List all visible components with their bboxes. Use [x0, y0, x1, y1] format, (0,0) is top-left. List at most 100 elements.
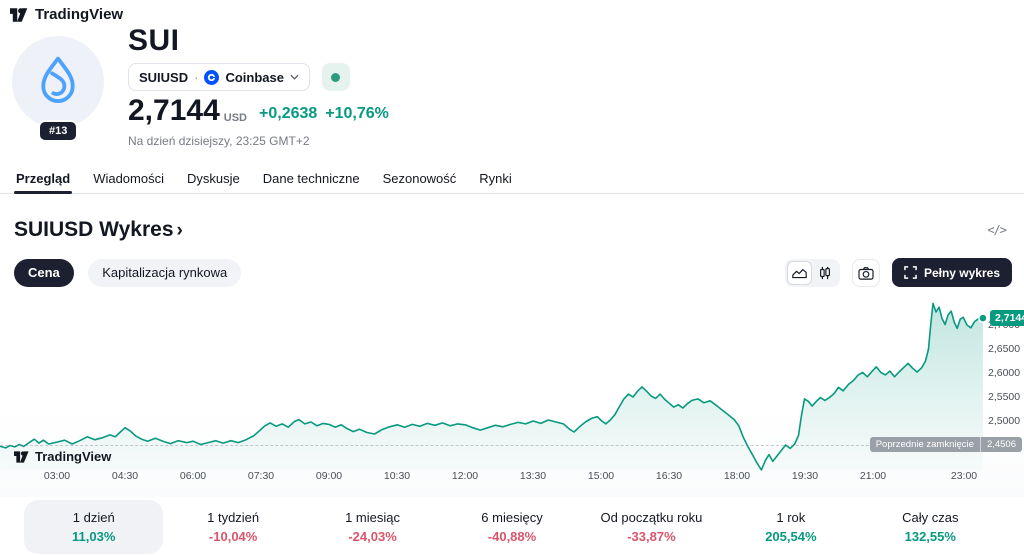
period-1-miesiac[interactable]: 1 miesiąc -24,03%	[303, 500, 442, 554]
previous-close-value: 2,4506	[980, 437, 1022, 452]
brand-name: TradingView	[35, 6, 123, 23]
fullscreen-icon	[904, 266, 917, 279]
period-1-dzien[interactable]: 1 dzień 11,03%	[24, 500, 163, 554]
tab-sezonowosc[interactable]: Sezonowość	[381, 171, 459, 193]
separator: ·	[194, 70, 198, 85]
section-title: SUIUSD Wykres	[14, 218, 174, 242]
as-of-text: Na dzień dzisiejszy, 23:25 GMT+2	[128, 134, 310, 148]
period-change-value: -24,03%	[348, 529, 396, 544]
coinbase-logo-icon	[204, 70, 219, 85]
x-axis-tick: 03:00	[33, 470, 81, 482]
series-toggle-group: Cena Kapitalizacja rynkowa	[14, 259, 241, 287]
period-label: Cały czas	[902, 510, 958, 525]
x-axis-tick: 16:30	[645, 470, 693, 482]
chart-heading-link[interactable]: SUIUSD Wykres ›	[14, 218, 183, 242]
area-chart-icon	[792, 267, 807, 279]
period-label: 6 miesięcy	[481, 510, 542, 525]
period-change-value: -40,88%	[488, 529, 536, 544]
code-embed-icon[interactable]: </>	[981, 222, 1012, 238]
area-chart-style-button[interactable]	[787, 261, 812, 285]
fullscreen-label: Pełny wykres	[924, 266, 1000, 280]
pair-label: SUIUSD	[139, 70, 188, 85]
x-axis-tick: 19:30	[781, 470, 829, 482]
tab-rynki[interactable]: Rynki	[477, 171, 514, 193]
symbol-switcher[interactable]: SUIUSD · Coinbase	[128, 63, 310, 91]
exchange-label: Coinbase	[225, 70, 284, 85]
watermark-brand-name: TradingView	[35, 449, 111, 464]
x-axis-tick: 21:00	[849, 470, 897, 482]
price-row: 2,7144 USD +0,2638 +10,76%	[128, 96, 389, 126]
tab-dane-techniczne[interactable]: Dane techniczne	[261, 171, 362, 193]
candlesticks-icon	[818, 266, 832, 280]
last-price: 2,7144	[128, 96, 220, 126]
chart-watermark[interactable]: TradingView	[14, 449, 111, 464]
tradingview-logo[interactable]: TradingView	[10, 6, 123, 23]
period-change-value: -10,04%	[209, 529, 257, 544]
period-label: 1 tydzień	[207, 510, 259, 525]
y-axis-tick: 2,5500	[988, 391, 1024, 403]
chart-tools: Pełny wykres	[785, 258, 1012, 287]
top-bar: TradingView	[10, 6, 123, 23]
price-change: +0,2638 +10,76%	[259, 105, 389, 123]
x-axis-tick: 23:00	[940, 470, 988, 482]
last-price-tag: 2,7144	[990, 310, 1024, 326]
period-label: 1 miesiąc	[345, 510, 400, 525]
period-1-rok[interactable]: 1 rok 205,54%	[721, 500, 860, 554]
tradingview-mark-icon	[14, 450, 30, 464]
period-label: 1 dzień	[73, 510, 115, 525]
previous-close-label: Poprzednie zamknięcie	[870, 437, 980, 452]
x-axis-tick: 04:30	[101, 470, 149, 482]
period-ca-y-czas[interactable]: Cały czas 132,55%	[861, 500, 1000, 554]
y-axis-tick: 2,6000	[988, 367, 1024, 379]
chart-toolbar: Cena Kapitalizacja rynkowa	[14, 258, 1012, 287]
symbol-title: SUI	[128, 24, 180, 58]
x-axis-tick: 07:30	[237, 470, 285, 482]
tab-dyskusje[interactable]: Dyskusje	[185, 171, 242, 193]
period-label: Od początku roku	[600, 510, 702, 525]
period-change-value: 132,55%	[905, 529, 956, 544]
snapshot-button[interactable]	[852, 259, 880, 287]
market-status-dot-icon	[331, 73, 340, 82]
last-price-marker	[979, 314, 987, 322]
period-change-value: -33,87%	[627, 529, 675, 544]
x-axis-tick: 15:00	[577, 470, 625, 482]
fullscreen-chart-button[interactable]: Pełny wykres	[892, 258, 1012, 287]
previous-close-line	[0, 445, 984, 446]
price-change-abs: +0,2638	[259, 105, 317, 123]
tab-przeglad[interactable]: Przegląd	[14, 171, 72, 193]
chevron-down-icon	[290, 74, 299, 80]
sui-droplet-icon	[37, 56, 79, 108]
period-1-tydzien[interactable]: 1 tydzień -10,04%	[163, 500, 302, 554]
price-toggle-button[interactable]: Cena	[14, 259, 74, 287]
x-axis-tick: 09:00	[305, 470, 353, 482]
market-status-chip[interactable]	[322, 63, 350, 91]
price-chart[interactable]: 2,70002,65002,60002,55002,5000 03:0004:3…	[0, 292, 1024, 497]
x-axis-tick: 06:00	[169, 470, 217, 482]
x-axis-tick: 12:00	[441, 470, 489, 482]
x-axis-tick: 10:30	[373, 470, 421, 482]
tab-wiadomosci[interactable]: Wiadomości	[91, 171, 166, 193]
chart-style-segmented-control	[785, 259, 840, 287]
marketcap-toggle-button[interactable]: Kapitalizacja rynkowa	[88, 259, 241, 287]
tab-bar: Przegląd Wiadomości Dyskusje Dane techniczn…	[0, 168, 1024, 194]
chevron-right-icon: ›	[177, 221, 183, 240]
period-6-miesiecy[interactable]: 6 miesięcy -40,88%	[442, 500, 581, 554]
rank-badge: #13	[38, 120, 78, 142]
previous-close-tag: Poprzednie zamknięcie 2,4506	[870, 437, 1022, 452]
period-selector: 1 dzień 11,03% 1 tydzień -10,04% 1 miesiąc -2…	[24, 500, 1000, 554]
x-axis-tick: 18:00	[713, 470, 761, 482]
y-axis-tick: 2,6500	[988, 343, 1024, 355]
tradingview-symbol-page: TradingView #13 SUI SUIUSD · Coinbase	[0, 0, 1024, 556]
currency-label: USD	[224, 112, 247, 124]
period-od-poczatku-roku[interactable]: Od początku roku -33,87%	[582, 500, 721, 554]
period-change-value: 11,03%	[72, 529, 115, 544]
area-series	[0, 292, 1024, 497]
chart-section-head: SUIUSD Wykres › </>	[14, 218, 1012, 242]
x-axis-tick: 13:30	[509, 470, 557, 482]
period-change-value: 205,54%	[765, 529, 816, 544]
price-change-pct: +10,76%	[325, 105, 389, 123]
tradingview-mark-icon	[10, 7, 29, 23]
candles-chart-style-button[interactable]	[813, 261, 838, 285]
y-axis-tick: 2,5000	[988, 415, 1024, 427]
period-label: 1 rok	[776, 510, 805, 525]
